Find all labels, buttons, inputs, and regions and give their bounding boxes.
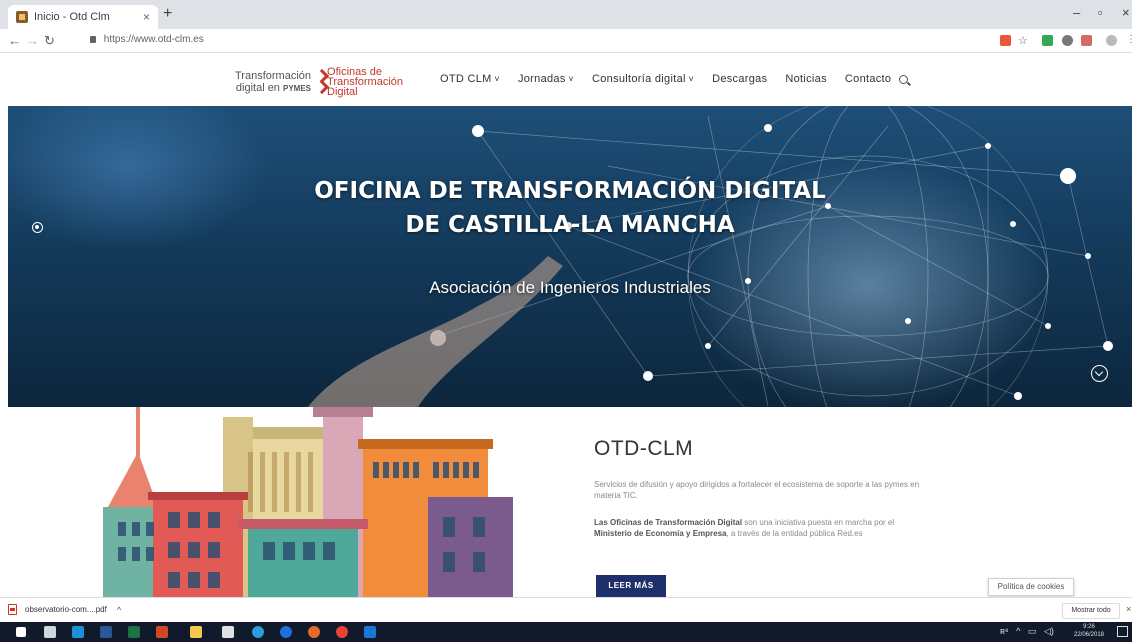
maximize-button[interactable]: ▫ (1098, 5, 1103, 20)
logo-line-bold: PYMES (283, 83, 312, 93)
app-icon[interactable] (72, 626, 84, 638)
slide-indicator-icon[interactable] (32, 222, 43, 233)
logo-chevron-icon (314, 69, 324, 95)
notifications-icon[interactable] (1117, 626, 1128, 637)
extension-icon[interactable] (1081, 35, 1092, 46)
chevron-up-icon[interactable]: ^ (117, 605, 121, 615)
lock-icon (90, 36, 96, 43)
hero-banner: OFICINA DE TRANSFORMACIÓN DIGITAL DE CAS… (8, 106, 1132, 407)
nav-item-otd-clm[interactable]: OTD CLM (440, 73, 500, 85)
hero-subtitle: Asociación de Ingenieros Industriales (429, 278, 711, 297)
download-item[interactable]: observatorio-com....pdf ^ (8, 604, 121, 615)
windows-start-icon[interactable] (16, 627, 26, 637)
minimize-button[interactable]: – (1073, 5, 1080, 20)
close-window-button[interactable]: × (1122, 5, 1130, 20)
outlook-icon[interactable] (364, 626, 376, 638)
pdf-file-icon (8, 604, 17, 615)
browser-toolbar: ← → ↻ https://www.otd-clm.es ☆ ⋮ (0, 29, 1132, 53)
file-explorer-icon[interactable] (190, 626, 202, 638)
buildings-illustration (103, 407, 513, 597)
about-section: OTD-CLM Servicios de difusión y apoyo di… (8, 407, 1132, 597)
firefox-icon[interactable] (308, 626, 320, 638)
site-header: Transformación digital en PYMES Oficinas… (0, 54, 1132, 106)
show-all-downloads-button[interactable]: Mostrar todo (1062, 603, 1120, 619)
nav-item-noticias[interactable]: Noticias (785, 73, 827, 85)
section-title: OTD-CLM (594, 437, 694, 460)
search-icon[interactable] (899, 75, 908, 84)
paragraph-bold-text: Las Oficinas de Transformación Digital (594, 518, 743, 527)
nav-item-consultoria[interactable]: Consultoría digital (592, 73, 694, 85)
system-tray-icons[interactable]: ʀ⁸ ^ ▭ ◁) (1000, 626, 1054, 637)
about-paragraph: Servicios de difusión y apoyo dirigidos … (594, 480, 920, 500)
clock-date: 22/06/2018 (1073, 632, 1105, 638)
tab-title: Inicio - Otd Clm (34, 11, 110, 23)
mail-icon[interactable] (222, 626, 234, 638)
bookmark-star-icon[interactable]: ☆ (1018, 34, 1028, 47)
forward-arrow-icon[interactable]: → (26, 33, 39, 48)
extension-icon[interactable] (1042, 35, 1053, 46)
nav-item-jornadas[interactable]: Jornadas (518, 73, 574, 85)
extension-icon[interactable] (1062, 35, 1073, 46)
close-downloads-icon[interactable]: × (1126, 604, 1131, 614)
url-text: https://www.otd-clm.es (103, 34, 204, 45)
site-favicon-icon (16, 11, 28, 23)
logo-text-left: Transformación digital en PYMES (235, 70, 311, 95)
word-icon[interactable] (100, 626, 112, 638)
new-tab-button[interactable]: + (163, 5, 172, 23)
tab-close-icon[interactable]: × (143, 10, 150, 24)
excel-icon[interactable] (128, 626, 140, 638)
back-arrow-icon[interactable]: ← (8, 33, 21, 48)
windows-taskbar: ʀ⁸ ^ ▭ ◁) 9:26 22/06/2018 (0, 622, 1132, 642)
scroll-down-icon[interactable] (1091, 365, 1108, 382)
powerpoint-icon[interactable] (156, 626, 168, 638)
nav-item-descargas[interactable]: Descargas (712, 73, 767, 85)
paragraph-text: , a través de la entidad pública Red.es (726, 529, 863, 538)
chrome-icon[interactable] (336, 626, 348, 638)
logo-line: Digital (327, 86, 358, 98)
logo-line: Transformación (235, 69, 312, 82)
calculator-icon[interactable] (44, 626, 56, 638)
paragraph-bold-text: Ministerio de Economía y Empresa (594, 529, 727, 538)
nav-item-contacto[interactable]: Contacto (845, 73, 891, 85)
logo-line: digital en PYMES (235, 82, 311, 95)
hero-title-line: DE CASTILLA-LA MANCHA (405, 212, 735, 238)
download-filename: observatorio-com....pdf (25, 605, 107, 614)
internet-explorer-icon[interactable] (280, 626, 292, 638)
taskbar-clock[interactable]: 9:26 22/06/2018 (1070, 623, 1108, 639)
paragraph-text: son una iniciativa puesta en marcha por … (742, 518, 895, 527)
browser-tab-strip: Inicio - Otd Clm × + – ▫ × (0, 0, 1132, 29)
browser-tab[interactable]: Inicio - Otd Clm × (8, 5, 158, 29)
logo-line-prefix: digital en (235, 81, 280, 94)
profile-avatar-icon[interactable] (1106, 35, 1117, 46)
network-globe-graphic (308, 106, 1113, 407)
extension-icon[interactable] (1000, 35, 1011, 46)
logo-text-right: Oficinas de Transformación Digital (327, 67, 403, 98)
hero-title-line: OFICINA DE TRANSFORMACIÓN DIGITAL (314, 178, 826, 204)
site-logo[interactable]: Transformación digital en PYMES Oficinas… (235, 67, 403, 98)
cookie-policy-button[interactable]: Política de cookies (988, 578, 1074, 596)
main-navigation: OTD CLM Jornadas Consultoría digital Des… (440, 73, 891, 85)
address-bar[interactable]: https://www.otd-clm.es (90, 34, 204, 45)
clock-time: 9:26 (1083, 624, 1095, 630)
menu-dots-icon[interactable]: ⋮ (1126, 34, 1132, 45)
edge-icon[interactable] (252, 626, 264, 638)
hero-title: OFICINA DE TRANSFORMACIÓN DIGITAL DE CAS… (8, 174, 1132, 242)
downloads-bar: observatorio-com....pdf ^ Mostrar todo × (0, 597, 1132, 622)
reload-icon[interactable]: ↻ (44, 33, 55, 49)
about-paragraph: Las Oficinas de Transformación Digital s… (594, 517, 924, 539)
read-more-button[interactable]: LEER MÁS (596, 575, 666, 597)
